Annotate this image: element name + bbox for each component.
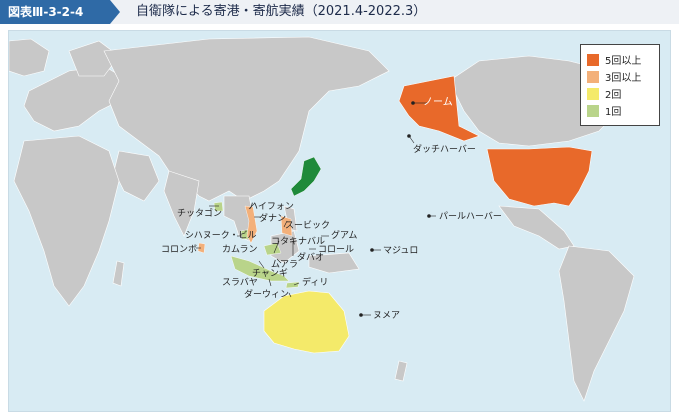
label-dutch-harbor: ダッチハーバー	[413, 143, 476, 155]
label-dili: ディリ	[302, 276, 328, 288]
page: 図表Ⅲ-3-2-4 自衛隊による寄港・寄航実績（2021.4-2022.3） ノ…	[0, 0, 679, 420]
marker-majuro	[370, 248, 374, 252]
map-svg: ノーム ダッチハーバー パールハーバー マジュロ ヌメア グアム コロール ダバ…	[9, 36, 635, 402]
legend-label-two: 2回	[605, 90, 622, 101]
region-japan	[290, 156, 322, 197]
landmass-arabia	[113, 150, 160, 202]
label-pearl-harbor: パールハーバー	[439, 211, 502, 222]
legend-item-one: 1回	[587, 102, 653, 119]
landmass-india	[163, 170, 200, 237]
legend-item-three-plus: 3回以上	[587, 68, 653, 85]
legend-label-one: 1回	[605, 107, 622, 118]
region-usa	[486, 146, 593, 207]
label-nome: ノーム	[423, 96, 453, 108]
landmass-south-america	[558, 245, 635, 402]
landmass-africa	[13, 135, 120, 307]
landmass-madagascar	[112, 260, 125, 287]
legend-label-three-plus: 3回以上	[605, 73, 642, 84]
legend-label-five-plus: 5回以上	[605, 56, 642, 67]
marker-pearl-harbor	[427, 214, 431, 218]
label-chittagong: チッタゴン	[177, 207, 222, 219]
legend-swatch-three-plus	[587, 70, 599, 83]
label-noumea: ヌメア	[373, 311, 400, 321]
label-sihanoukville: シハヌーク・ビル	[185, 230, 257, 241]
label-guam: グアム	[331, 229, 357, 241]
legend-swatch-one	[587, 104, 599, 117]
region-timor	[285, 281, 300, 289]
label-kota-kinabalu: コタキナバル	[271, 236, 325, 247]
region-australia	[263, 290, 350, 354]
legend-swatch-two	[587, 87, 599, 100]
label-cam-ranh: カムラン	[222, 244, 258, 255]
figure-number: 図表Ⅲ-3-2-4	[0, 0, 120, 24]
label-darwin: ダーウィン	[244, 288, 289, 300]
landmass-greenland	[9, 38, 50, 77]
figure-title: 自衛隊による寄港・寄航実績（2021.4-2022.3）	[136, 4, 427, 19]
marker-noumea	[359, 313, 363, 317]
legend-swatch-five-plus	[587, 53, 599, 66]
landmass-new-zealand	[394, 360, 408, 382]
label-subic: スービック	[285, 220, 330, 231]
marker-nome	[411, 101, 415, 105]
label-da-nang: ダナン	[259, 212, 286, 224]
label-davao: ダバオ	[297, 251, 324, 263]
label-colombo: コロンボ	[161, 244, 197, 255]
marker-dutch-harbor	[407, 134, 411, 138]
label-majuro: マジュロ	[383, 246, 418, 256]
legend-item-five-plus: 5回以上	[587, 51, 653, 68]
label-muara: ムアラ	[271, 259, 298, 270]
world-map: ノーム ダッチハーバー パールハーバー マジュロ ヌメア グアム コロール ダバ…	[8, 30, 671, 412]
label-surabaya: スラバヤ	[222, 277, 258, 288]
legend: 5回以上 3回以上 2回 1回	[580, 44, 660, 126]
label-haiphong: ハイフォン	[249, 202, 294, 212]
legend-item-two: 2回	[587, 85, 653, 102]
landmass-central-america	[498, 205, 575, 250]
header-bar: 図表Ⅲ-3-2-4 自衛隊による寄港・寄航実績（2021.4-2022.3）	[0, 0, 679, 24]
